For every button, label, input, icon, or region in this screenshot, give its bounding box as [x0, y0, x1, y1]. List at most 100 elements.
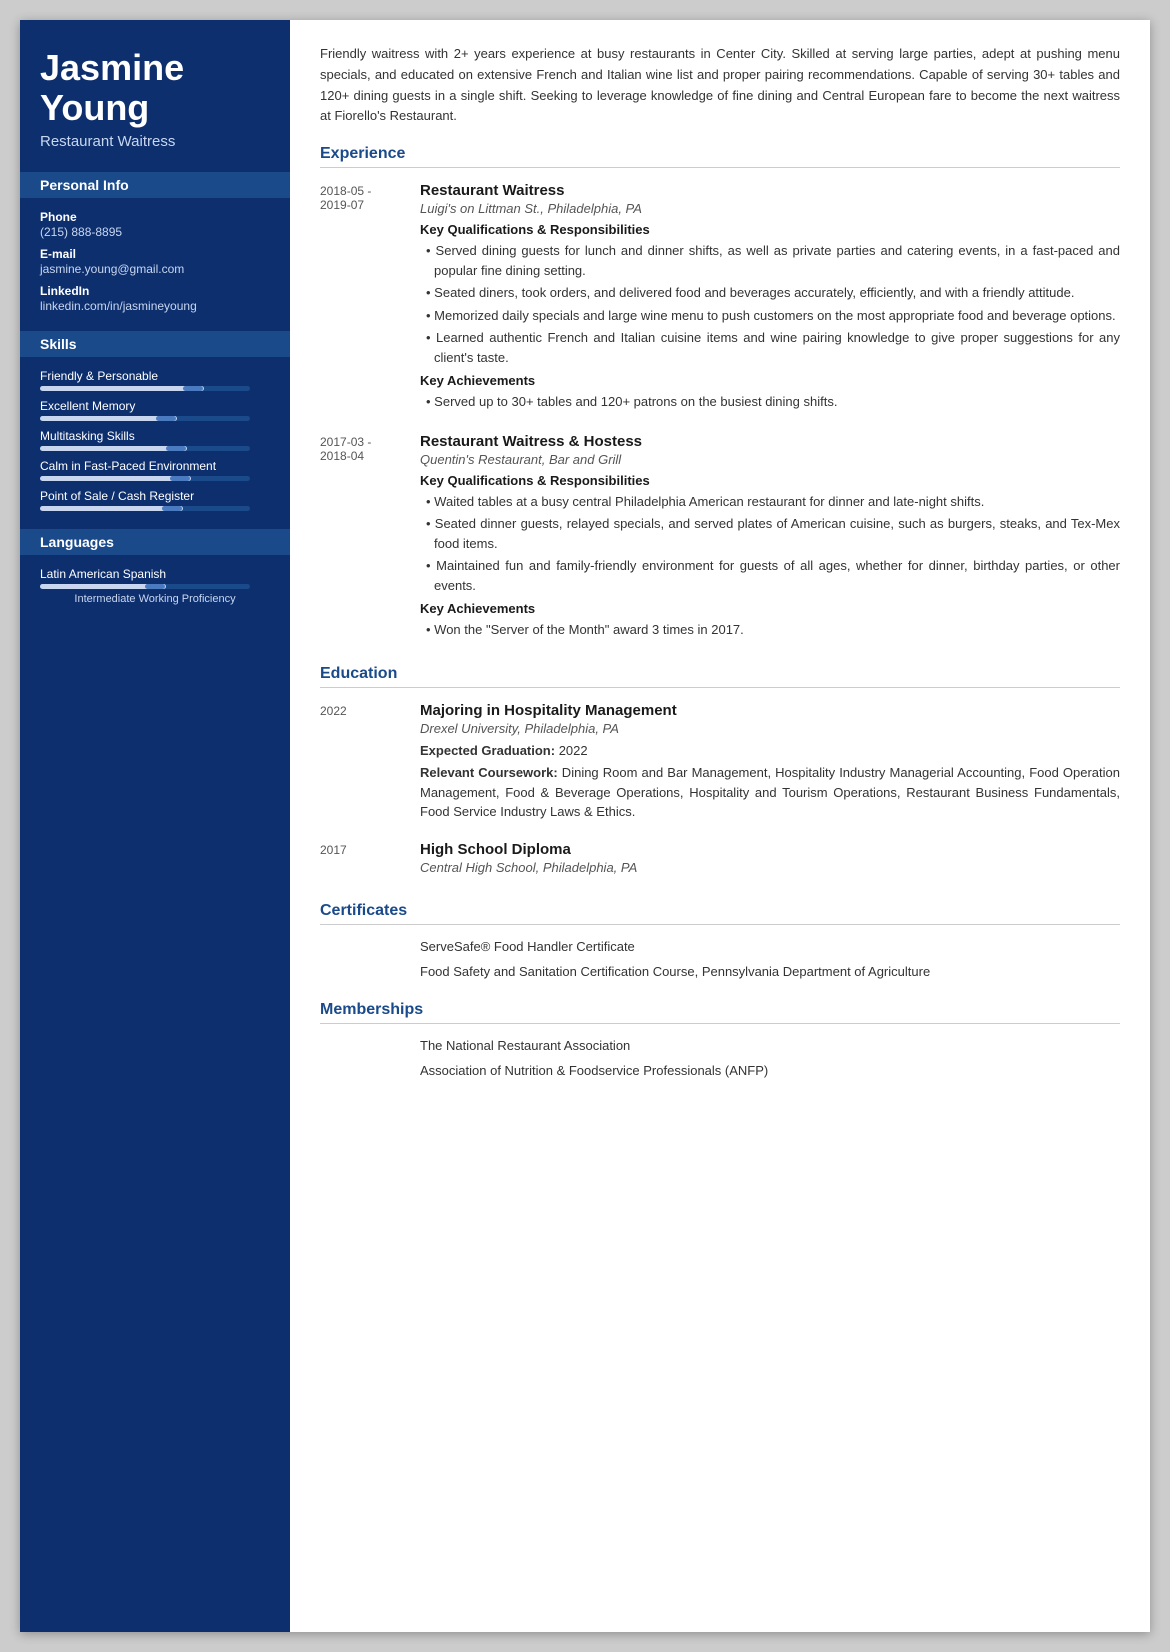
membership-entry: The National Restaurant Association [320, 1038, 1120, 1053]
skill-bar-bg [40, 446, 250, 451]
edu-school: Drexel University, Philadelphia, PA [420, 721, 1120, 736]
skill-bar-fill [40, 446, 187, 451]
main-content: Friendly waitress with 2+ years experien… [290, 20, 1150, 1632]
edu-degree: Majoring in Hospitality Management [420, 702, 1120, 719]
experience-section: Experience 2018-05 - 2019-07Restaurant W… [320, 145, 1120, 643]
member-spacer [320, 1063, 420, 1078]
experience-list: 2018-05 - 2019-07Restaurant Waitress Luig… [320, 182, 1120, 643]
experience-heading: Experience [320, 145, 1120, 168]
memberships-section: Memberships The National Restaurant Asso… [320, 1001, 1120, 1078]
candidate-name: Jasmine Young [40, 48, 270, 127]
exp-bullet: Seated dinner guests, relayed specials, … [420, 514, 1120, 553]
exp-achievements-heading: Key Achievements [420, 373, 1120, 388]
edu-detail: Expected Graduation: 2022 [420, 741, 1120, 761]
skill-item: Calm in Fast-Paced Environment [40, 459, 270, 481]
edu-content: High School Diploma Central High School, … [420, 841, 1120, 880]
skill-bar-bg [40, 386, 250, 391]
exp-bullet: Waited tables at a busy central Philadel… [420, 492, 1120, 512]
skill-bar-dot [170, 476, 190, 481]
exp-achievements-heading: Key Achievements [420, 601, 1120, 616]
memberships-list: The National Restaurant Association Assoc… [320, 1038, 1120, 1078]
exp-bullet: Memorized daily specials and large wine … [420, 306, 1120, 326]
exp-bullet: Maintained fun and family-friendly envir… [420, 556, 1120, 595]
candidate-title: Restaurant Waitress [40, 133, 270, 150]
certificate-entry: ServeSafe® Food Handler Certificate [320, 939, 1120, 954]
edu-school: Central High School, Philadelphia, PA [420, 860, 1120, 875]
personal-info-heading: Personal Info [20, 172, 290, 198]
skill-bar-dot [166, 446, 186, 451]
education-entry: 2017High School Diploma Central High Scho… [320, 841, 1120, 880]
phone-label: Phone [40, 210, 270, 224]
exp-qualifications-heading: Key Qualifications & Responsibilities [420, 473, 1120, 488]
language-proficiency: Intermediate Working Proficiency [40, 593, 270, 605]
summary-text: Friendly waitress with 2+ years experien… [320, 44, 1120, 127]
language-item: Latin American Spanish Intermediate Worki… [40, 567, 270, 605]
exp-qualifications-heading: Key Qualifications & Responsibilities [420, 222, 1120, 237]
certificates-section: Certificates ServeSafe® Food Handler Cer… [320, 902, 1120, 979]
education-section: Education 2022Majoring in Hospitality Ma… [320, 665, 1120, 880]
experience-entry: 2018-05 - 2019-07Restaurant Waitress Luig… [320, 182, 1120, 415]
languages-list: Latin American Spanish Intermediate Worki… [40, 567, 270, 605]
exp-achievement-bullet: Won the "Server of the Month" award 3 ti… [420, 620, 1120, 640]
skill-item: Point of Sale / Cash Register [40, 489, 270, 511]
skills-section: Skills Friendly & PersonableExcellent Me… [40, 331, 270, 511]
certificates-heading: Certificates [320, 902, 1120, 925]
skill-name: Point of Sale / Cash Register [40, 489, 270, 503]
membership-text: The National Restaurant Association [420, 1038, 1120, 1053]
skills-heading: Skills [20, 331, 290, 357]
exp-achievement-bullet: Served up to 30+ tables and 120+ patrons… [420, 392, 1120, 412]
certificate-entry: Food Safety and Sanitation Certification… [320, 964, 1120, 979]
membership-text: Association of Nutrition & Foodservice P… [420, 1063, 1120, 1078]
language-bar-bg [40, 584, 250, 589]
skill-name: Friendly & Personable [40, 369, 270, 383]
member-spacer [320, 1038, 420, 1053]
exp-job-title: Restaurant Waitress [420, 182, 1120, 199]
edu-content: Majoring in Hospitality Management Drexel… [420, 702, 1120, 825]
skill-item: Multitasking Skills [40, 429, 270, 451]
edu-degree: High School Diploma [420, 841, 1120, 858]
linkedin-label: LinkedIn [40, 284, 270, 298]
exp-company: Luigi's on Littman St., Philadelphia, PA [420, 201, 1120, 216]
exp-date: 2018-05 - 2019-07 [320, 182, 420, 415]
skill-item: Friendly & Personable [40, 369, 270, 391]
languages-section: Languages Latin American SpanishIntermed… [40, 529, 270, 605]
languages-heading: Languages [20, 529, 290, 555]
skill-bar-dot [156, 416, 176, 421]
skill-item: Excellent Memory [40, 399, 270, 421]
edu-date: 2022 [320, 702, 420, 825]
language-bar-dot [145, 584, 165, 589]
phone-value: (215) 888-8895 [40, 225, 270, 239]
cert-spacer [320, 939, 420, 954]
edu-date: 2017 [320, 841, 420, 880]
linkedin-value: linkedin.com/in/jasmineyoung [40, 299, 270, 313]
exp-bullet: Learned authentic French and Italian cui… [420, 328, 1120, 367]
skill-bar-fill [40, 476, 191, 481]
cert-spacer [320, 964, 420, 979]
exp-date: 2017-03 - 2018-04 [320, 433, 420, 643]
skill-name: Multitasking Skills [40, 429, 270, 443]
exp-content: Restaurant Waitress Luigi's on Littman St… [420, 182, 1120, 415]
skills-list: Friendly & Personable Excellent Memory Mul… [40, 369, 270, 511]
education-entry: 2022Majoring in Hospitality Management Dr… [320, 702, 1120, 825]
skill-bar-dot [183, 386, 203, 391]
skill-bar-dot [162, 506, 182, 511]
skill-name: Calm in Fast-Paced Environment [40, 459, 270, 473]
membership-entry: Association of Nutrition & Foodservice P… [320, 1063, 1120, 1078]
sidebar: Jasmine Young Restaurant Waitress Person… [20, 20, 290, 1632]
certificate-text: ServeSafe® Food Handler Certificate [420, 939, 1120, 954]
resume-container: Jasmine Young Restaurant Waitress Person… [20, 20, 1150, 1632]
education-list: 2022Majoring in Hospitality Management Dr… [320, 702, 1120, 880]
memberships-heading: Memberships [320, 1001, 1120, 1024]
exp-bullet: Seated diners, took orders, and delivere… [420, 283, 1120, 303]
email-value: jasmine.young@gmail.com [40, 262, 270, 276]
skill-bar-bg [40, 416, 250, 421]
certificates-list: ServeSafe® Food Handler Certificate Food … [320, 939, 1120, 979]
exp-content: Restaurant Waitress & HostessQuentin's R… [420, 433, 1120, 643]
skill-name: Excellent Memory [40, 399, 270, 413]
education-heading: Education [320, 665, 1120, 688]
certificate-text: Food Safety and Sanitation Certification… [420, 964, 1120, 979]
edu-detail: Relevant Coursework: Dining Room and Bar… [420, 763, 1120, 822]
language-name: Latin American Spanish [40, 567, 270, 581]
email-label: E-mail [40, 247, 270, 261]
exp-company: Quentin's Restaurant, Bar and Grill [420, 452, 1120, 467]
